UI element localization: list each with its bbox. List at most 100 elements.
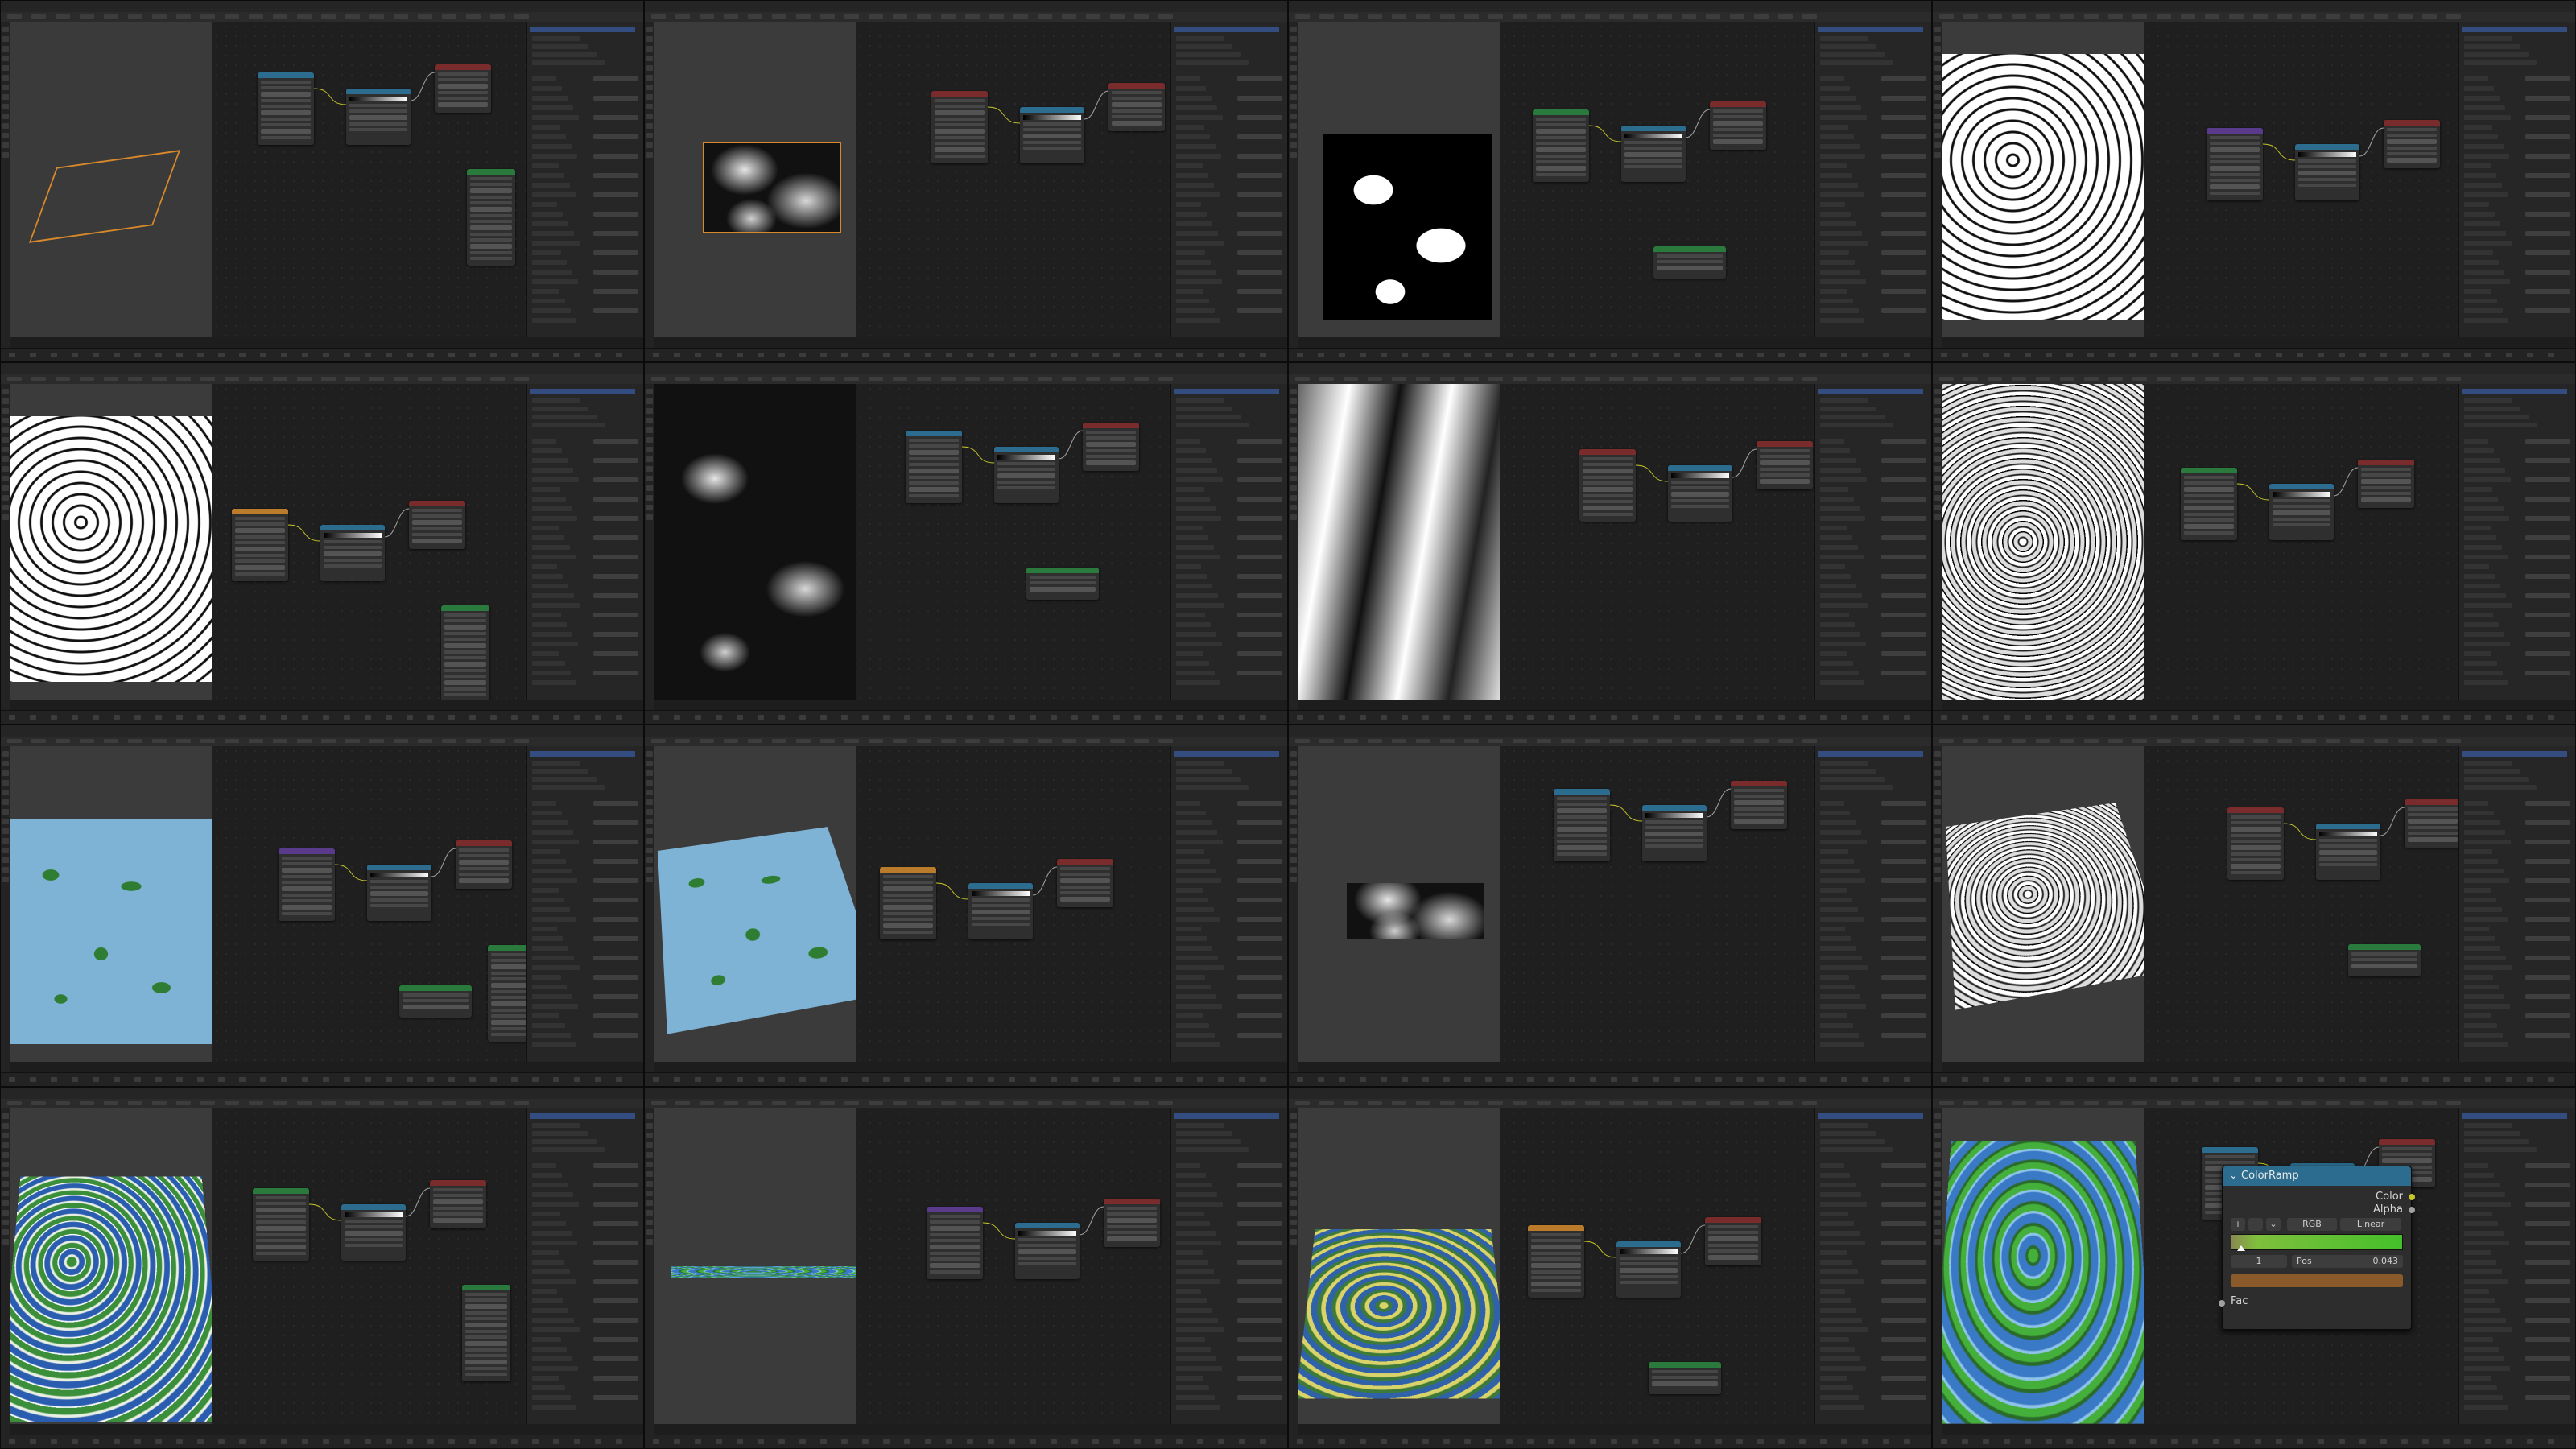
header-button[interactable] — [273, 1101, 287, 1105]
properties-panel[interactable] — [2458, 795, 2575, 1062]
property-value[interactable] — [2525, 154, 2570, 159]
property-value[interactable] — [593, 96, 638, 101]
tool-icon[interactable] — [2, 389, 9, 394]
property-value[interactable] — [1881, 134, 1926, 139]
timeline-control[interactable] — [574, 1077, 580, 1082]
header-button[interactable] — [1134, 14, 1149, 19]
property-value[interactable] — [593, 173, 638, 178]
property-value[interactable] — [2525, 308, 2570, 313]
toolbar[interactable] — [645, 1108, 654, 1437]
timeline-control[interactable] — [1260, 1077, 1266, 1082]
header-button[interactable] — [297, 14, 312, 19]
timeline-control[interactable] — [532, 1077, 539, 1082]
header-button[interactable] — [249, 377, 263, 381]
header-button[interactable] — [1802, 739, 1817, 743]
header-button[interactable] — [1038, 1101, 1052, 1105]
timeline-control[interactable] — [1297, 715, 1303, 720]
header-button[interactable] — [2036, 377, 2050, 381]
menu-bar[interactable] — [1, 1, 643, 13]
timeline-control[interactable] — [2527, 1439, 2533, 1444]
timeline-control[interactable] — [1506, 353, 1513, 357]
header-button[interactable] — [796, 1101, 811, 1105]
header-button[interactable] — [2253, 14, 2268, 19]
property-value[interactable] — [1237, 1033, 1282, 1038]
timeline-control[interactable] — [1736, 1439, 1743, 1444]
tool-icon[interactable] — [1934, 104, 1941, 109]
header-button[interactable] — [772, 377, 786, 381]
header-button[interactable] — [514, 14, 529, 19]
timeline-control[interactable] — [2171, 1077, 2178, 1082]
header-button[interactable] — [7, 739, 22, 743]
header-button[interactable] — [2229, 739, 2244, 743]
timeline-control[interactable] — [2004, 1077, 2010, 1082]
tool-icon[interactable] — [1934, 857, 1941, 863]
header-button[interactable] — [1134, 739, 1149, 743]
header-button[interactable] — [2084, 1101, 2099, 1105]
timeline-control[interactable] — [695, 715, 701, 720]
property-value[interactable] — [1237, 1241, 1282, 1245]
header-button[interactable] — [965, 377, 980, 381]
timeline-control[interactable] — [758, 715, 764, 720]
timeline-control[interactable] — [1339, 353, 1345, 357]
tool-icon[interactable] — [646, 447, 653, 452]
header-button[interactable] — [249, 14, 263, 19]
header-button[interactable] — [2012, 739, 2026, 743]
outliner-selected-row[interactable] — [2462, 27, 2567, 32]
outliner-row[interactable] — [2464, 785, 2537, 790]
outliner-row[interactable] — [1820, 398, 1868, 403]
timeline-control[interactable] — [2046, 1439, 2052, 1444]
timeline-control[interactable] — [2087, 1439, 2094, 1444]
timeline-control[interactable] — [799, 715, 806, 720]
node-link[interactable] — [405, 1187, 431, 1217]
timeline-control[interactable] — [1883, 353, 1889, 357]
outliner-row[interactable] — [1176, 415, 1241, 419]
timeline-control[interactable] — [2192, 1077, 2198, 1082]
timeline-control[interactable] — [1736, 715, 1743, 720]
property-value[interactable] — [2525, 289, 2570, 294]
timeline-control[interactable] — [2527, 715, 2533, 720]
timeline-control[interactable] — [30, 1439, 36, 1444]
outliner-row[interactable] — [532, 52, 597, 57]
tool-icon[interactable] — [1934, 466, 1941, 472]
tool-icon[interactable] — [1934, 780, 1941, 786]
outliner-row[interactable] — [532, 1139, 597, 1144]
timeline-control[interactable] — [1197, 353, 1203, 357]
timeline-control[interactable] — [1841, 1077, 1847, 1082]
tool-icon[interactable] — [1290, 114, 1297, 119]
header-button[interactable] — [1158, 739, 1173, 743]
timeline-control[interactable] — [302, 1077, 308, 1082]
node-link[interactable] — [982, 1222, 1016, 1240]
property-value[interactable] — [2525, 250, 2570, 255]
timeline[interactable] — [1289, 348, 1931, 361]
outliner-row[interactable] — [1820, 44, 1876, 49]
header-button[interactable] — [2181, 377, 2195, 381]
node-link[interactable] — [1058, 430, 1084, 460]
timeline-control[interactable] — [281, 715, 287, 720]
header-button[interactable] — [466, 739, 481, 743]
tool-icon[interactable] — [1290, 152, 1297, 158]
timeline-control[interactable] — [490, 715, 497, 720]
header-button[interactable] — [2205, 739, 2219, 743]
header-button[interactable] — [2229, 14, 2244, 19]
timeline-control[interactable] — [2422, 715, 2429, 720]
outliner-row[interactable] — [1820, 415, 1885, 419]
header-button[interactable] — [1392, 1101, 1406, 1105]
header-button[interactable] — [56, 1101, 70, 1105]
header-button[interactable] — [1158, 14, 1173, 19]
header-button[interactable] — [2374, 377, 2388, 381]
outliner-row[interactable] — [2464, 36, 2512, 41]
timeline-control[interactable] — [2443, 353, 2450, 357]
outliner-selected-row[interactable] — [1818, 27, 1923, 32]
toolbar[interactable] — [1289, 1108, 1298, 1437]
header-button[interactable] — [820, 739, 835, 743]
header-button[interactable] — [2277, 14, 2292, 19]
timeline-control[interactable] — [2129, 715, 2136, 720]
timeline-control[interactable] — [1757, 715, 1764, 720]
timeline-control[interactable] — [176, 1439, 183, 1444]
properties-panel[interactable] — [526, 70, 643, 337]
tool-icon[interactable] — [1290, 398, 1297, 404]
timeline-control[interactable] — [1611, 353, 1617, 357]
header-button[interactable] — [1537, 1101, 1551, 1105]
timeline-control[interactable] — [1176, 1439, 1183, 1444]
header-button[interactable] — [844, 377, 859, 381]
